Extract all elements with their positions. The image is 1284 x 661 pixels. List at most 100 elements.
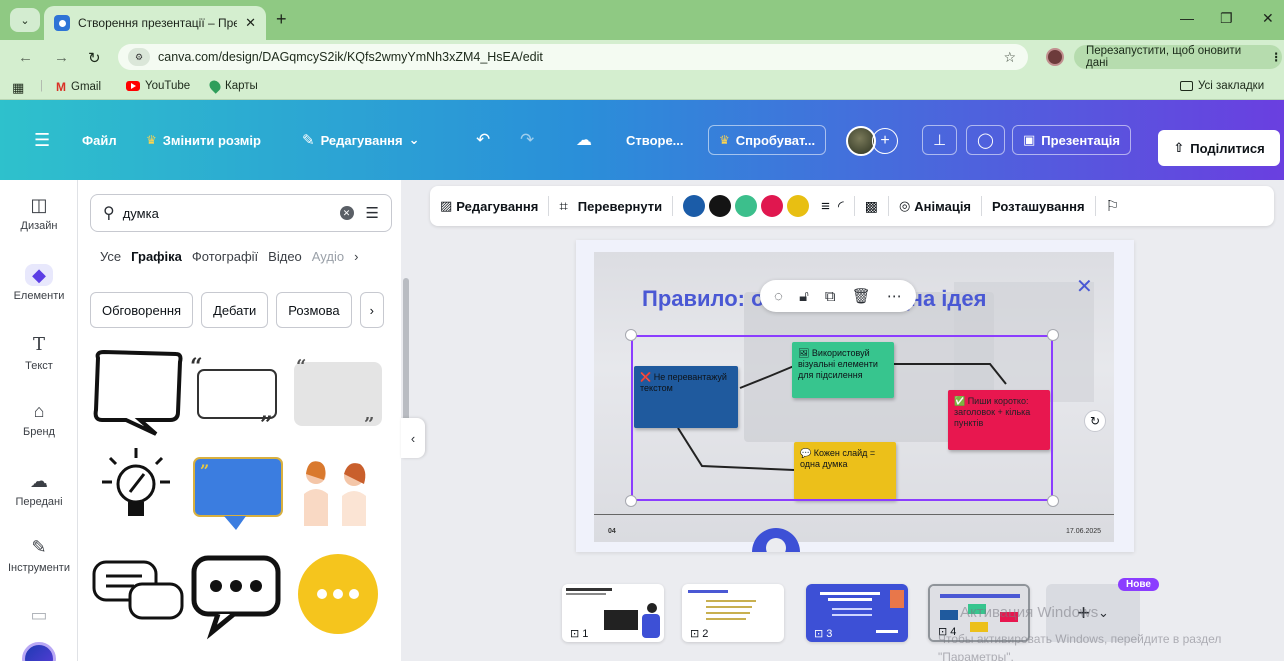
color-swatch-yellow[interactable] — [787, 195, 810, 217]
resize-handle-bl[interactable] — [625, 495, 637, 507]
copy-style-icon[interactable]: ⚐ — [1106, 197, 1119, 215]
minimize-icon[interactable]: — — [1180, 10, 1194, 26]
search-value[interactable]: думка — [123, 206, 340, 221]
comment-add-icon[interactable]: ◌ — [774, 288, 783, 305]
selection-box[interactable] — [631, 335, 1053, 501]
lock-icon[interactable]: 🔓︎ — [799, 288, 809, 305]
insights-icon[interactable]: ⊥ — [922, 125, 958, 155]
graphic-two-bubbles[interactable] — [90, 552, 186, 644]
flip-button[interactable]: Перевернути — [578, 199, 662, 214]
transparency-icon[interactable]: ▩ — [865, 198, 878, 215]
more-options-icon[interactable]: ⋯ — [887, 287, 902, 305]
rotate-icon[interactable]: ↻ — [1084, 410, 1106, 432]
share-button[interactable]: ⇧ Поділитися — [1158, 130, 1280, 166]
editing-mode-button[interactable]: ✎ Редагування ⌄ — [302, 125, 420, 155]
comment-icon[interactable]: ◯ — [966, 125, 1005, 155]
page-thumbnail-2[interactable]: ⊡ 2 — [682, 584, 784, 642]
more-icon[interactable]: ⋮ — [1271, 50, 1283, 64]
bookmark-maps[interactable]: Карты — [207, 78, 258, 94]
apps-grid-icon[interactable]: ▦ — [12, 80, 24, 96]
graphic-lightbulb-idea[interactable] — [90, 444, 186, 536]
graphic-two-women[interactable] — [286, 444, 382, 536]
tab-search-button[interactable]: ⌄ — [10, 8, 40, 32]
rail-item-tools[interactable]: ✎ Інструменти — [0, 536, 78, 574]
url-text[interactable]: canva.com/design/DAGqmcyS2ik/KQfs2wmyYmN… — [158, 50, 543, 64]
tab-close-icon[interactable]: ✕ — [245, 15, 256, 31]
bookmark-star-icon[interactable]: ☆ — [1003, 49, 1016, 66]
bookmark-gmail[interactable]: M Gmail — [56, 80, 101, 94]
tab-graphics[interactable]: Графіка — [131, 249, 182, 264]
graphic-blue-quote-box[interactable]: ” — [188, 444, 284, 536]
panel-scrollbar[interactable] — [403, 278, 409, 428]
graphic-paper-quote[interactable]: “ ” — [286, 348, 382, 440]
close-window-icon[interactable]: ✕ — [1262, 10, 1274, 27]
cloud-saved-icon[interactable]: ☁ — [576, 125, 592, 155]
chip-discussion[interactable]: Обговорення — [90, 292, 194, 328]
undo-icon[interactable]: ↶ — [476, 125, 490, 155]
uploads-icon: ☁ — [30, 471, 48, 491]
line-weight-icon[interactable]: ≡ — [821, 198, 830, 215]
extension-avatar-icon[interactable] — [1046, 48, 1064, 66]
resize-handle-tl[interactable] — [625, 329, 637, 341]
file-menu[interactable]: Файл — [82, 125, 117, 155]
position-button[interactable]: Розташування — [992, 199, 1085, 214]
edit-image-button[interactable]: Редагування — [456, 199, 538, 214]
magic-assistant-icon[interactable] — [22, 642, 56, 661]
browser-tab[interactable]: Створення презентації – Презе ✕ — [44, 6, 266, 40]
rail-item-design[interactable]: ◫ Дизайн — [0, 194, 78, 232]
menu-icon[interactable]: ☰ — [34, 125, 50, 155]
document-title[interactable]: Створе... — [626, 125, 684, 155]
resize-handle-tr[interactable] — [1047, 329, 1059, 341]
chips-next-icon[interactable]: › — [359, 292, 384, 328]
tab-all[interactable]: Усе — [100, 249, 121, 264]
corner-rounding-icon[interactable]: ◜ — [838, 197, 844, 215]
all-bookmarks[interactable]: Усі закладки — [1180, 80, 1264, 92]
resize-handle-br[interactable] — [1047, 495, 1059, 507]
filter-icon[interactable]: ☰ — [366, 204, 379, 222]
color-swatch-green[interactable] — [735, 195, 758, 217]
chevron-right-icon[interactable]: › — [354, 249, 358, 264]
color-swatch-black[interactable] — [709, 195, 732, 217]
rail-item-elements[interactable]: ◆ Елементи — [0, 264, 78, 302]
rail-item-more[interactable]: ▭ — [0, 604, 78, 630]
add-collaborator-icon[interactable]: + — [872, 128, 898, 154]
graphic-speech-bubble-outline[interactable] — [90, 348, 186, 440]
bookmark-youtube[interactable]: YouTube — [126, 80, 190, 92]
edit-image-icon[interactable]: ▨ — [440, 198, 452, 214]
relaunch-button[interactable]: Перезапустити, щоб оновити дані ⋮ — [1074, 45, 1282, 69]
color-swatch-pink[interactable] — [761, 195, 784, 217]
page-thumbnail-1[interactable]: ⊡ 1 — [562, 584, 664, 642]
rail-item-uploads[interactable]: ☁ Передані — [0, 470, 78, 508]
rail-item-brand[interactable]: ⌂ Бренд — [0, 400, 78, 438]
animation-button[interactable]: Анімація — [914, 199, 971, 214]
resize-button[interactable]: ♛ Змінити розмір — [146, 125, 261, 155]
reload-icon[interactable]: ↻ — [88, 49, 101, 67]
forward-icon[interactable]: → — [54, 49, 69, 66]
crop-icon[interactable]: ⌗ — [559, 198, 567, 215]
chip-debate[interactable]: Дебати — [201, 292, 269, 328]
tab-audio[interactable]: Аудіо — [312, 249, 344, 264]
search-input[interactable]: ⚲ думка ✕ ☰ — [90, 194, 392, 232]
chip-conversation[interactable]: Розмова — [276, 292, 352, 328]
trash-icon[interactable]: 🗑︎ — [852, 287, 871, 305]
new-tab-button[interactable]: + — [276, 9, 287, 30]
clear-search-icon[interactable]: ✕ — [339, 206, 354, 220]
back-icon[interactable]: ← — [18, 49, 33, 66]
site-info-icon[interactable]: ⚙ — [128, 48, 150, 66]
color-swatch-blue[interactable] — [683, 195, 706, 217]
omnibox[interactable]: ⚙ canva.com/design/DAGqmcyS2ik/KQfs2wmyY… — [118, 44, 1028, 70]
animation-icon[interactable]: ◎ — [899, 198, 910, 214]
rail-item-text[interactable]: T Текст — [0, 334, 78, 372]
restore-icon[interactable]: ❐ — [1220, 10, 1233, 27]
tab-videos[interactable]: Відео — [268, 249, 302, 264]
tab-photos[interactable]: Фотографії — [192, 249, 258, 264]
graphic-dots-bubble[interactable] — [188, 552, 284, 644]
try-pro-button[interactable]: ♛ Спробуват... — [708, 125, 827, 155]
graphic-yellow-bubble[interactable] — [286, 552, 382, 644]
duplicate-icon[interactable]: ⧉ — [825, 288, 836, 305]
collapse-panel-button[interactable]: ‹ — [401, 418, 425, 458]
page-thumbnail-3[interactable]: ⊡ 3 — [806, 584, 908, 642]
graphic-quote-frame[interactable]: “ ” — [188, 348, 284, 440]
redo-icon[interactable]: ↷ — [520, 125, 534, 155]
present-button[interactable]: ▣ Презентація — [1012, 125, 1131, 155]
